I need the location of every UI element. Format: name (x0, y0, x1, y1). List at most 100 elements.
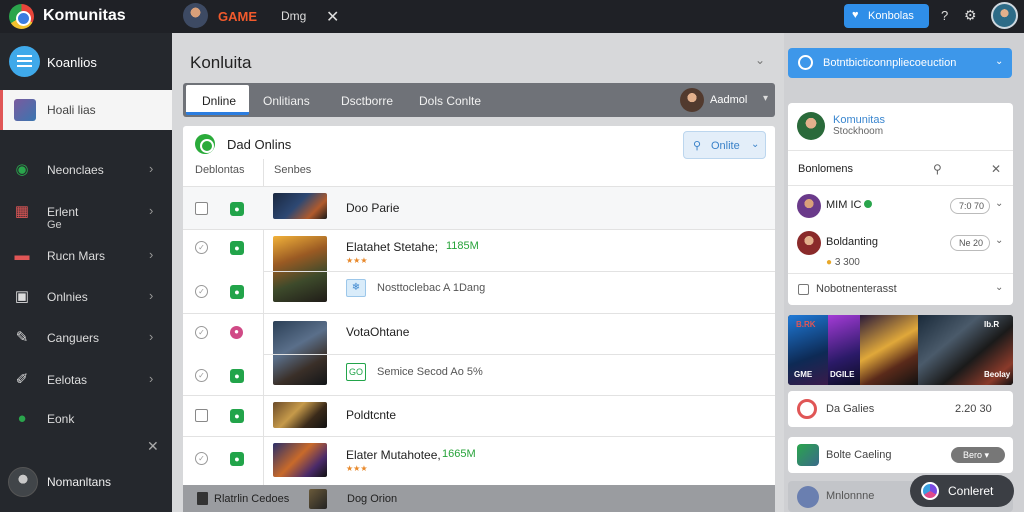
profile-avatar[interactable] (797, 112, 825, 140)
row-radio[interactable]: ✓ (195, 369, 208, 382)
chevron-down-icon[interactable]: ▾ (763, 93, 768, 104)
row-radio[interactable]: ✓ (195, 326, 208, 339)
row-checkbox[interactable] (195, 202, 208, 215)
row-radio[interactable]: ✓ (195, 241, 208, 254)
banner-tag: Beolay (984, 370, 1011, 379)
sidebar-item-active[interactable]: Hoali lias (0, 90, 172, 130)
sidebar-item-erlent[interactable]: ▦ Erlent Ge › (0, 195, 172, 235)
chevron-down-icon[interactable]: ⌄ (995, 235, 1003, 246)
row-radio[interactable]: ✓ (195, 452, 208, 465)
sidebar-header[interactable]: Koanlios (0, 41, 172, 83)
column-header[interactable]: Senbes (274, 164, 311, 176)
row-title[interactable]: Elatahet Stetahe; (346, 240, 438, 254)
game-thumbnail[interactable] (273, 443, 327, 477)
chevron-down-icon[interactable]: ⌄ (995, 198, 1003, 209)
row-title[interactable]: Poldtcnte (346, 408, 396, 422)
sidebar-item-canguers[interactable]: ✎ Canguers › (0, 321, 172, 355)
tab-dols-conlte[interactable]: Dols Conlte (419, 94, 481, 108)
menu-icon (9, 46, 40, 77)
footer-left-label[interactable]: Rlatrlin Cedoes (214, 493, 289, 505)
game-tab[interactable]: GAME (218, 9, 257, 24)
divider (788, 273, 1013, 274)
tab-bar: Dnline Onlitians Dsctborre Dols Conlte A… (183, 83, 775, 117)
chevron-right-icon: › (149, 161, 154, 176)
coin-icon: ● (826, 257, 833, 268)
tab-dsctborre[interactable]: Dsctborre (341, 94, 393, 108)
sidebar-item-rucn-mars[interactable]: ▬ Rucn Mars › (0, 239, 172, 273)
table-row[interactable] (183, 187, 775, 229)
row-title[interactable]: VotaOhtane (346, 325, 409, 339)
close-icon[interactable]: ✕ (147, 438, 159, 455)
user-avatar[interactable] (991, 2, 1018, 29)
online-badge: ● (230, 409, 244, 423)
chevron-right-icon: › (149, 371, 154, 386)
footer-right-label[interactable]: Dog Orion (347, 493, 397, 505)
gear-icon[interactable]: ⚙ (964, 7, 977, 24)
search-icon[interactable]: ⚲ (933, 162, 942, 176)
dmg-tab[interactable]: Dmg (281, 9, 306, 23)
footer-thumbnail[interactable] (309, 489, 327, 509)
list-item[interactable]: Bolte Caeling Bero ▾ (788, 437, 1013, 473)
online-dot (864, 200, 873, 208)
top-action-button[interactable]: ♥ Konbolas (844, 4, 929, 28)
divider (788, 150, 1013, 151)
row-title[interactable]: Doo Parie (346, 201, 399, 215)
filter-label[interactable]: Nobotnenterasst (816, 283, 897, 295)
game-thumbnail[interactable] (273, 236, 327, 302)
status-pill[interactable]: Ne 20 (950, 235, 990, 251)
game-thumbnail[interactable] (273, 193, 327, 219)
game-icon: ▦ (14, 203, 30, 220)
search-icon: ⚲ (693, 140, 702, 152)
friend-avatar[interactable] (797, 231, 821, 255)
row-checkbox[interactable] (195, 409, 208, 422)
friend-meta-text: 3 300 (834, 257, 860, 268)
row-tag: 1185M (446, 240, 479, 252)
filter-checkbox[interactable] (798, 284, 809, 295)
online-filter-label: Onlite (711, 140, 740, 152)
page-title: Konluita (190, 53, 252, 72)
friend-name[interactable]: Boldanting (826, 236, 878, 248)
online-status-icon (195, 134, 215, 154)
banner-tile[interactable] (860, 315, 918, 385)
close-icon[interactable]: ✕ (326, 7, 339, 27)
sidebar-item-onlnies[interactable]: ▣ Onlnies › (0, 280, 172, 314)
tab-dnline[interactable]: Dnline (186, 85, 249, 115)
item-name: Mnlonnne (826, 490, 875, 502)
help-icon[interactable]: ? (941, 8, 948, 23)
game-thumbnail[interactable] (273, 321, 327, 385)
bottom-user-name[interactable]: Nomanltans (47, 475, 111, 489)
row-meta: Nosttoclebac A 1Dang (377, 282, 486, 294)
chevron-down-icon[interactable]: ⌄ (995, 282, 1003, 293)
profile-name[interactable]: Komunitas (833, 114, 885, 126)
chevron-down-icon[interactable]: ⌄ (755, 53, 765, 67)
game-banner[interactable]: B.RK Ib.R GME DGILE Beolay (788, 315, 1013, 385)
sidebar-item-eelotas[interactable]: ✐ Eelotas › (0, 363, 172, 397)
chat-button[interactable]: Conleret (910, 475, 1014, 507)
tab-user-name[interactable]: Aadmol (710, 94, 747, 106)
online-badge: ● (230, 369, 244, 383)
brand-name[interactable]: Komunitas (43, 7, 126, 25)
item-pill[interactable]: Bero ▾ (951, 447, 1005, 463)
online-badge: ● (230, 285, 244, 299)
status-badge: ● (230, 326, 243, 339)
row-meta: Semice Secod Ao 5% (377, 366, 483, 378)
list-item[interactable]: Da Galies 2.20 30 (788, 391, 1013, 427)
brand-logo-icon[interactable] (9, 4, 34, 29)
bottom-user-avatar[interactable] (8, 467, 38, 497)
online-filter-button[interactable]: ⚲ Onlite ⌄ (683, 131, 766, 159)
divider (183, 436, 775, 437)
close-icon[interactable]: ✕ (991, 162, 1001, 176)
tab-user-avatar[interactable] (680, 88, 704, 112)
status-pill[interactable]: 7:0 70 (950, 198, 990, 214)
friend-avatar[interactable] (797, 194, 821, 218)
row-title[interactable]: Elater Mutahotee, (346, 448, 441, 462)
sidebar-item-eonk[interactable]: ● Eonk (0, 402, 172, 436)
tab-onlitians[interactable]: Onlitians (263, 94, 310, 108)
friend-name[interactable]: MIM IC (826, 199, 873, 211)
row-radio[interactable]: ✓ (195, 285, 208, 298)
sidebar-item-neonclaes[interactable]: ◉ Neonclaes › (0, 153, 172, 187)
game-avatar[interactable] (183, 3, 208, 28)
connect-button[interactable]: Botntbicticonnpliecoeuction ⌄ (788, 48, 1012, 78)
game-thumbnail[interactable] (273, 402, 327, 428)
column-header[interactable]: Deblontas (195, 164, 245, 176)
